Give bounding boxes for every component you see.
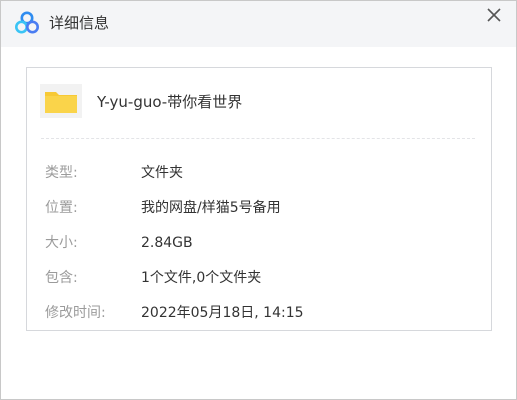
- type-label: 类型:: [45, 165, 78, 181]
- divider: [41, 138, 475, 139]
- baidu-netdisk-icon: [14, 10, 40, 36]
- detail-row-location: 位置: 我的网盘/样猫5号备用: [45, 198, 475, 218]
- contains-label: 包含:: [45, 270, 78, 286]
- location-label: 位置:: [45, 200, 78, 216]
- details-card: Y-yu-guo-带你看世界 类型: 文件夹 位置: 我的网盘/样猫5号备用 大…: [26, 67, 492, 331]
- close-icon[interactable]: [484, 5, 504, 25]
- location-value: 我的网盘/样猫5号备用: [141, 200, 281, 216]
- type-value: 文件夹: [141, 165, 183, 181]
- modified-label: 修改时间:: [45, 305, 106, 321]
- title-bar: 详细信息: [1, 1, 516, 47]
- contains-value: 1个文件,0个文件夹: [141, 270, 262, 286]
- file-name: Y-yu-guo-带你看世界: [97, 93, 243, 111]
- modified-value: 2022年05月18日, 14:15: [141, 305, 304, 321]
- size-label: 大小:: [45, 235, 78, 251]
- detail-row-modified: 修改时间: 2022年05月18日, 14:15: [45, 303, 475, 323]
- detail-row-type: 类型: 文件夹: [45, 163, 475, 183]
- dialog-title: 详细信息: [49, 14, 110, 32]
- detail-row-size: 大小: 2.84GB: [45, 233, 475, 253]
- folder-icon: [40, 84, 82, 118]
- size-value: 2.84GB: [141, 235, 193, 251]
- details-dialog: 详细信息 Y-yu-guo-带你看世界 类型: 文件夹 位置: 我的网盘/样猫5…: [0, 0, 517, 400]
- detail-row-contains: 包含: 1个文件,0个文件夹: [45, 268, 475, 288]
